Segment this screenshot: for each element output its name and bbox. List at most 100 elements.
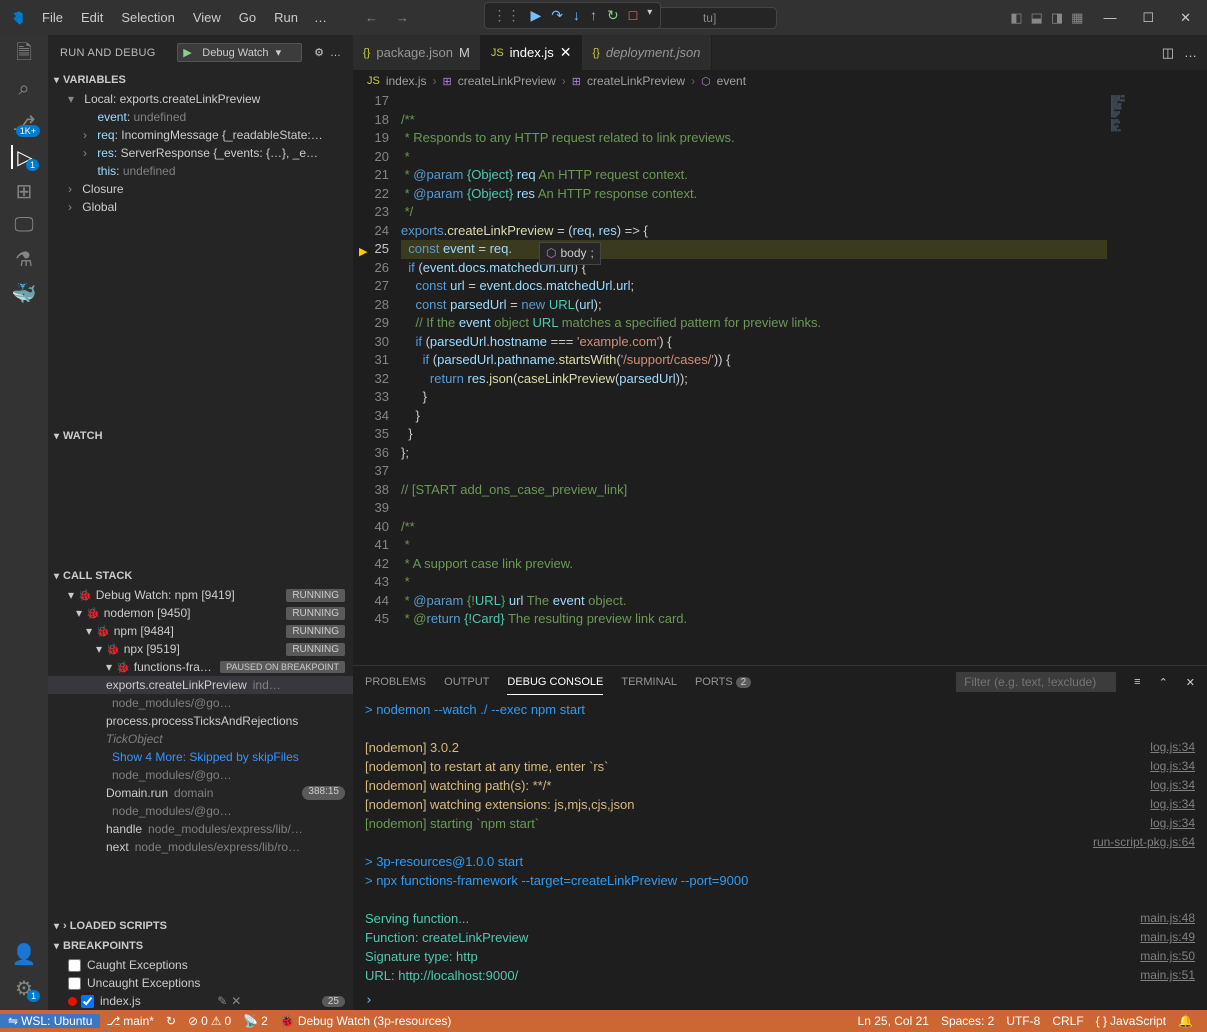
- nav-forward-icon[interactable]: →: [396, 10, 409, 25]
- menu-view[interactable]: View: [185, 6, 229, 29]
- variables-header[interactable]: VARIABLES: [48, 70, 353, 90]
- tab-more-icon[interactable]: …: [1184, 45, 1197, 60]
- code-lines[interactable]: /** * Responds to any HTTP request relat…: [401, 92, 1107, 665]
- problems-status[interactable]: ⊘ 0 ⚠ 0: [182, 1014, 237, 1028]
- scope-local[interactable]: ▾ Local: exports.createLinkPreview: [48, 90, 353, 108]
- language-mode[interactable]: { } JavaScript: [1090, 1014, 1172, 1028]
- accounts-icon[interactable]: 👤: [12, 942, 36, 966]
- var-this[interactable]: this: undefined: [48, 162, 353, 180]
- debug-restart-icon[interactable]: ↻: [607, 7, 619, 24]
- callstack-item[interactable]: ▾🐞functions-fra…PAUSED ON BREAKPOINT: [48, 658, 353, 676]
- console-source-link[interactable]: log.js:34: [1150, 795, 1195, 814]
- console-source-link[interactable]: log.js:34: [1150, 814, 1195, 833]
- remote-indicator[interactable]: ⇋ WSL: Ubuntu: [0, 1014, 100, 1028]
- debug-chevron-icon[interactable]: ▾: [647, 7, 652, 24]
- search-icon[interactable]: ⌕: [12, 77, 36, 101]
- menu-go[interactable]: Go: [231, 6, 264, 29]
- panel-tab-terminal[interactable]: TERMINAL: [621, 670, 677, 694]
- eol[interactable]: CRLF: [1046, 1014, 1089, 1028]
- stack-frame[interactable]: node_modules/@go…: [48, 802, 353, 820]
- stack-frame[interactable]: process.processTicksAndRejections: [48, 712, 353, 730]
- debug-config-dropdown[interactable]: ▶ Debug Watch ▾: [177, 43, 302, 62]
- ports-status[interactable]: 📡 2: [237, 1014, 274, 1028]
- edit-icon[interactable]: ✎: [217, 994, 227, 1008]
- debug-status[interactable]: 🐞 Debug Watch (3p-resources): [274, 1014, 458, 1028]
- stack-frame[interactable]: handlenode_modules/express/lib/…: [48, 820, 353, 838]
- loaded-scripts-header[interactable]: › LOADED SCRIPTS: [48, 916, 353, 936]
- console-source-link[interactable]: main.js:48: [1140, 909, 1195, 928]
- console-source-link[interactable]: log.js:34: [1150, 738, 1195, 757]
- debug-continue-icon[interactable]: ▶: [531, 7, 542, 24]
- console-source-link[interactable]: run-script-pkg.js:64: [1093, 833, 1195, 852]
- stack-frame[interactable]: exports.createLinkPreviewind…: [48, 676, 353, 694]
- bp-file[interactable]: index.js✎✕25: [48, 992, 353, 1010]
- git-branch[interactable]: ⎇ main*: [100, 1014, 160, 1028]
- console-source-link[interactable]: log.js:34: [1150, 776, 1195, 795]
- panel-close-icon[interactable]: ✕: [1186, 676, 1195, 689]
- var-event[interactable]: event: undefined: [48, 108, 353, 126]
- toggle-panel-right-icon[interactable]: ◨: [1051, 10, 1063, 26]
- remove-icon[interactable]: ✕: [231, 994, 241, 1008]
- tab-index.js[interactable]: JSindex.js✕: [481, 35, 583, 70]
- menu-selection[interactable]: Selection: [113, 6, 182, 29]
- indentation[interactable]: Spaces: 2: [935, 1014, 1000, 1028]
- console-source-link[interactable]: main.js:50: [1140, 947, 1195, 966]
- bp-caught-checkbox[interactable]: [68, 959, 81, 972]
- breadcrumb[interactable]: JSindex.js›⊞createLinkPreview›⊞createLin…: [353, 70, 1207, 92]
- tab-package.json[interactable]: {}package.jsonM: [353, 35, 481, 70]
- breadcrumb-item[interactable]: createLinkPreview: [458, 74, 556, 88]
- notifications-icon[interactable]: 🔔: [1172, 1014, 1199, 1028]
- callstack-item[interactable]: ▾🐞nodemon [9450]RUNNING: [48, 604, 353, 622]
- maximize-icon[interactable]: ☐: [1134, 6, 1162, 30]
- debug-step-out-icon[interactable]: ↑: [590, 7, 597, 24]
- panel-tab-debug-console[interactable]: DEBUG CONSOLE: [507, 670, 603, 695]
- docker-icon[interactable]: 🐳: [12, 281, 36, 305]
- callstack-root[interactable]: ▾🐞Debug Watch: npm [9419]RUNNING: [48, 586, 353, 604]
- show-more-frames[interactable]: Show 4 More: Skipped by skipFiles: [48, 748, 353, 766]
- stack-frame[interactable]: node_modules/@go…: [48, 694, 353, 712]
- panel-settings-icon[interactable]: ≡: [1134, 676, 1140, 688]
- debug-step-over-icon[interactable]: ↷: [551, 7, 563, 24]
- gutter[interactable]: 1718192021222324▶25262728293031323334353…: [353, 92, 401, 665]
- sync-icon[interactable]: ↻: [160, 1014, 182, 1028]
- customize-layout-icon[interactable]: ▦: [1071, 10, 1083, 26]
- panel-tab-output[interactable]: OUTPUT: [444, 670, 489, 694]
- settings-gear-icon[interactable]: ⚙1: [12, 976, 36, 1000]
- suggest-widget[interactable]: ⬡ body ;: [539, 242, 601, 265]
- menu-file[interactable]: File: [34, 6, 71, 29]
- callstack-header[interactable]: CALL STACK: [48, 566, 353, 586]
- menu-edit[interactable]: Edit: [73, 6, 111, 29]
- console-filter-input[interactable]: [956, 672, 1116, 692]
- callstack-item[interactable]: ▾🐞npx [9519]RUNNING: [48, 640, 353, 658]
- breadcrumb-item[interactable]: event: [717, 74, 746, 88]
- close-icon[interactable]: ✕: [1172, 6, 1199, 30]
- scope-closure[interactable]: › Closure: [48, 180, 353, 198]
- panel-collapse-icon[interactable]: ⌃: [1159, 676, 1168, 689]
- run-debug-icon[interactable]: ▷1: [11, 145, 35, 169]
- bp-uncaught[interactable]: Uncaught Exceptions: [48, 974, 353, 992]
- breakpoints-header[interactable]: BREAKPOINTS: [48, 936, 353, 956]
- console-source-link[interactable]: log.js:34: [1150, 757, 1195, 776]
- debug-console[interactable]: > nodemon --watch ./ --exec npm start [n…: [353, 698, 1207, 991]
- command-center[interactable]: tu]: [642, 7, 777, 29]
- var-req[interactable]: › req: IncomingMessage {_readableState:…: [48, 126, 353, 144]
- cursor-position[interactable]: Ln 25, Col 21: [852, 1014, 935, 1028]
- gear-icon[interactable]: ⚙: [314, 46, 324, 59]
- stack-frame[interactable]: node_modules/@go…: [48, 766, 353, 784]
- debug-drag-icon[interactable]: ⋮⋮: [493, 7, 521, 24]
- tab-deployment.json[interactable]: {}deployment.json: [582, 35, 711, 70]
- minimize-icon[interactable]: —: [1095, 6, 1124, 30]
- split-editor-icon[interactable]: ◫: [1162, 45, 1174, 61]
- bp-caught[interactable]: Caught Exceptions: [48, 956, 353, 974]
- toggle-panel-bottom-icon[interactable]: ⬓: [1031, 10, 1043, 26]
- code-editor[interactable]: 1718192021222324▶25262728293031323334353…: [353, 92, 1207, 665]
- stack-frame[interactable]: Domain.rundomain388:15: [48, 784, 353, 802]
- console-source-link[interactable]: main.js:49: [1140, 928, 1195, 947]
- bp-file-checkbox[interactable]: [81, 995, 94, 1008]
- panel-tab-ports[interactable]: PORTS2: [695, 670, 751, 694]
- testing-icon[interactable]: ⚗: [12, 247, 36, 271]
- watch-header[interactable]: WATCH: [48, 426, 353, 446]
- minimap[interactable]: ████ ██ █████ ███████ ██ ██████ ██████ █…: [1107, 92, 1207, 665]
- var-res[interactable]: › res: ServerResponse {_events: {…}, _e…: [48, 144, 353, 162]
- console-prompt[interactable]: ›: [353, 991, 1207, 1010]
